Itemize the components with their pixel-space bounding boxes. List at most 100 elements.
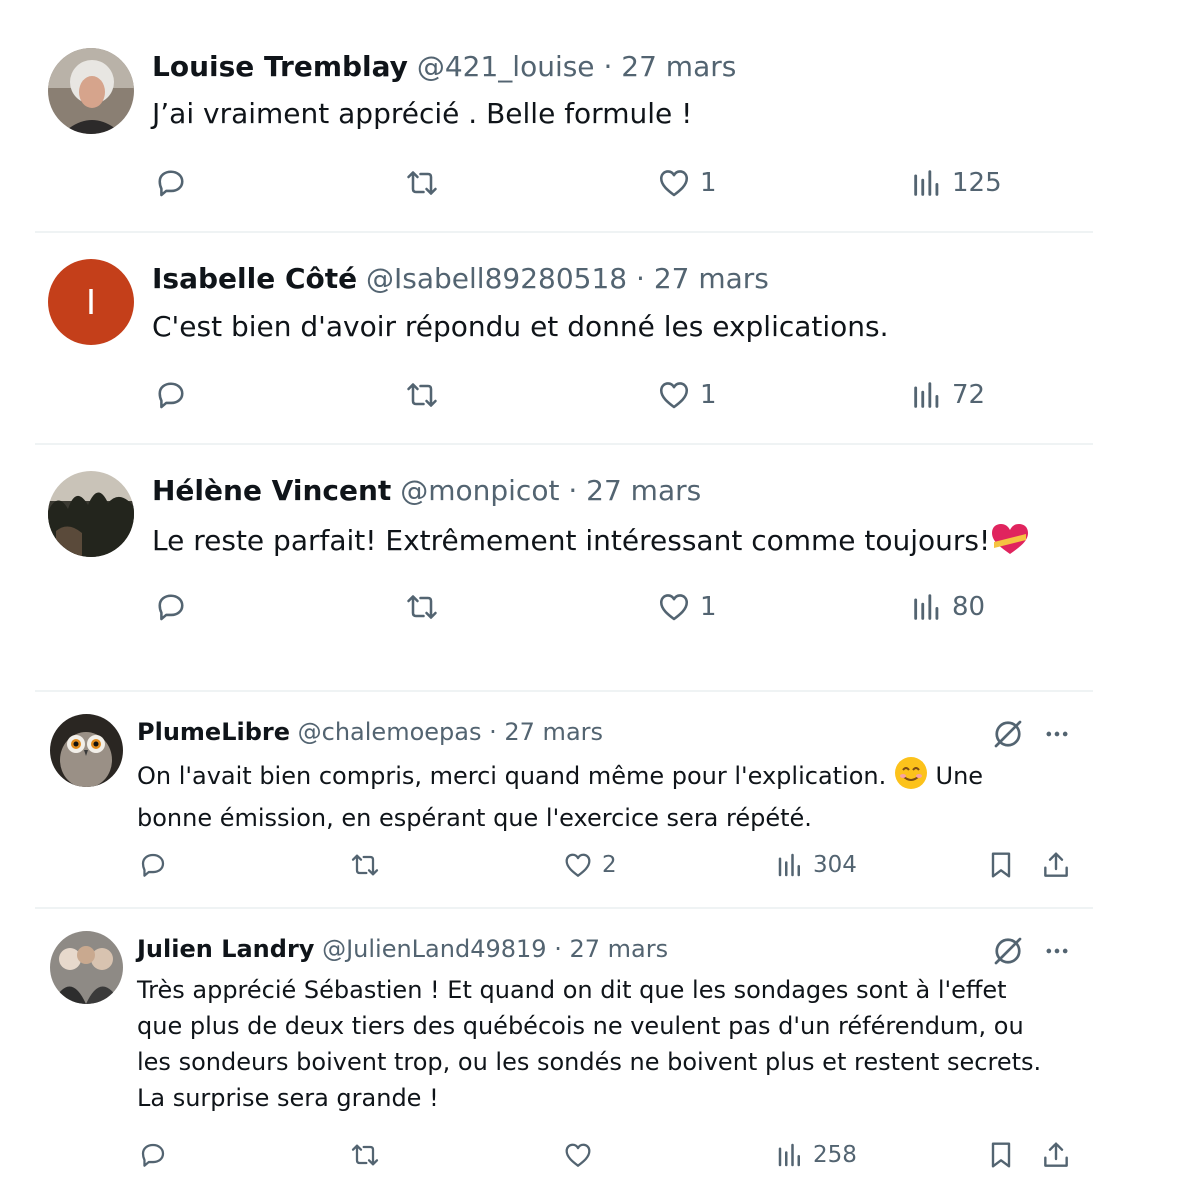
- user-handle[interactable]: @Isabell89280518: [366, 262, 627, 295]
- like-button[interactable]: 1: [656, 589, 717, 625]
- repost-button[interactable]: [403, 589, 441, 625]
- views-icon: [914, 382, 939, 408]
- reply-button[interactable]: [153, 589, 189, 625]
- like-count: 1: [700, 592, 717, 622]
- repost-button[interactable]: [403, 165, 441, 201]
- like-count: 1: [700, 168, 717, 198]
- repost-icon: [351, 1144, 379, 1166]
- like-button[interactable]: [562, 1139, 602, 1171]
- views-button[interactable]: 80: [910, 589, 985, 625]
- separator: ·: [603, 50, 613, 83]
- views-button[interactable]: 258: [775, 1139, 857, 1171]
- reply-icon: [158, 594, 184, 621]
- reply-icon: [158, 382, 184, 409]
- display-name[interactable]: PlumeLibre: [137, 718, 290, 746]
- like-button[interactable]: 1: [656, 377, 717, 413]
- view-count: 80: [952, 592, 986, 622]
- view-count: 258: [813, 1142, 857, 1168]
- tweet-text: C'est bien d'avoir répondu et donné les …: [152, 310, 889, 343]
- user-handle[interactable]: @JulienLand49819: [322, 935, 546, 963]
- separator: ·: [568, 474, 578, 507]
- avatar[interactable]: [48, 48, 134, 134]
- reply-tweet-plumelibre[interactable]: PlumeLibre @chalemoepas · 27 mars On l'a…: [0, 692, 1200, 907]
- heart-icon: [565, 1143, 591, 1167]
- grok-button[interactable]: [990, 716, 1026, 752]
- heart-ribbon-emoji-icon: [990, 522, 1030, 563]
- views-icon: [778, 1143, 800, 1167]
- display-name[interactable]: Isabelle Côté: [152, 262, 357, 295]
- views-icon: [778, 853, 800, 877]
- tweet-text-line: Très apprécié Sébastien ! Et quand on di…: [137, 976, 1007, 1004]
- like-button[interactable]: 2: [562, 849, 617, 881]
- reply-button[interactable]: [137, 1139, 169, 1171]
- heart-icon: [659, 382, 689, 409]
- more-icon: [1046, 948, 1068, 954]
- heart-icon: [659, 594, 689, 621]
- tweet-text: On l'avait bien compris, merci quand mêm…: [137, 756, 1087, 836]
- display-name[interactable]: Julien Landry: [137, 935, 314, 963]
- reply-tweet-louise[interactable]: Louise Tremblay @421_louise · 27 mars J’…: [0, 0, 1200, 232]
- grok-icon: [994, 720, 1022, 748]
- repost-icon: [407, 171, 437, 195]
- views-button[interactable]: 125: [910, 165, 1002, 201]
- separator: ·: [489, 718, 497, 746]
- more-button[interactable]: [1041, 720, 1073, 748]
- tweet-text-line: les sondeurs boivent trop, ou les sondés…: [137, 1048, 1042, 1076]
- repost-icon: [407, 383, 437, 407]
- avatar[interactable]: I: [48, 259, 134, 345]
- reply-icon: [141, 853, 165, 877]
- repost-icon: [407, 595, 437, 619]
- grok-icon: [994, 937, 1022, 965]
- tweet-text-line: La surprise sera grande !: [137, 1084, 439, 1112]
- share-button[interactable]: [1040, 1139, 1072, 1171]
- tweet-text-part: On l'avait bien compris, merci quand mêm…: [137, 762, 887, 790]
- post-date[interactable]: 27 mars: [569, 935, 668, 963]
- display-name[interactable]: Louise Tremblay: [152, 50, 408, 83]
- bookmark-button[interactable]: [985, 1139, 1017, 1171]
- tweet-text: Très apprécié Sébastien ! Et quand on di…: [137, 972, 1087, 1116]
- repost-button[interactable]: [403, 377, 441, 413]
- more-button[interactable]: [1041, 937, 1073, 965]
- repost-icon: [351, 854, 379, 876]
- grok-button[interactable]: [990, 933, 1026, 969]
- like-button[interactable]: 1: [656, 165, 717, 201]
- views-button[interactable]: 72: [910, 377, 985, 413]
- reply-button[interactable]: [153, 165, 189, 201]
- tweet-text-body: Le reste parfait! Extrêmement intéressan…: [152, 524, 991, 557]
- bookmark-icon: [991, 852, 1011, 878]
- post-date[interactable]: 27 mars: [654, 262, 769, 295]
- like-count: 1: [700, 380, 717, 410]
- share-icon: [1044, 852, 1068, 877]
- bookmark-icon: [991, 1142, 1011, 1168]
- repost-button[interactable]: [348, 1139, 382, 1171]
- view-count: 72: [952, 380, 986, 410]
- avatar[interactable]: [50, 714, 123, 787]
- heart-icon: [565, 853, 591, 877]
- tweet-text: Le reste parfait! Extrêmement intéressan…: [152, 522, 1030, 563]
- reply-tweet-helene[interactable]: Hélène Vincent @monpicot · 27 mars Le re…: [0, 444, 1200, 690]
- reply-tweet-julien[interactable]: Julien Landry @JulienLand49819 · 27 mars…: [0, 909, 1200, 1204]
- like-count: 2: [602, 852, 617, 878]
- share-button[interactable]: [1040, 849, 1072, 881]
- bookmark-button[interactable]: [985, 849, 1017, 881]
- reply-tweet-isabelle[interactable]: I Isabelle Côté @Isabell89280518 · 27 ma…: [0, 232, 1200, 444]
- display-name[interactable]: Hélène Vincent: [152, 474, 391, 507]
- user-handle[interactable]: @chalemoepas: [298, 718, 482, 746]
- avatar[interactable]: [48, 471, 134, 557]
- reply-button[interactable]: [137, 849, 169, 881]
- post-date[interactable]: 27 mars: [586, 474, 701, 507]
- user-handle[interactable]: @421_louise: [417, 50, 595, 83]
- user-handle[interactable]: @monpicot: [400, 474, 559, 507]
- share-icon: [1044, 1142, 1068, 1167]
- tweet-text-line: que plus de deux tiers des québécois ne …: [137, 1012, 1024, 1040]
- post-date[interactable]: 27 mars: [621, 50, 736, 83]
- views-button[interactable]: 304: [775, 849, 857, 881]
- repost-button[interactable]: [348, 849, 382, 881]
- reply-button[interactable]: [153, 377, 189, 413]
- smiling-face-emoji-icon: [894, 756, 928, 800]
- post-date[interactable]: 27 mars: [504, 718, 603, 746]
- avatar[interactable]: [50, 931, 123, 1004]
- reply-icon: [158, 170, 184, 197]
- views-icon: [914, 594, 939, 620]
- views-icon: [914, 170, 939, 196]
